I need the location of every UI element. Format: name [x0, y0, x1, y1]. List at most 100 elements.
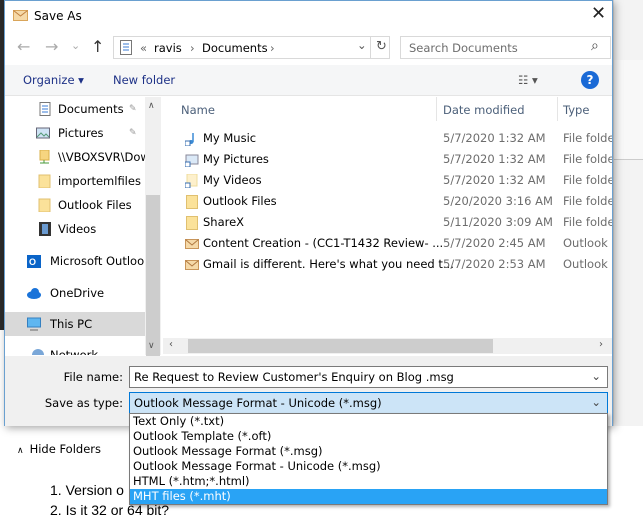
hide-folders-button[interactable]: ∧ Hide Folders — [17, 442, 101, 456]
sidebar-item-documents[interactable]: Documents ✎ — [5, 97, 145, 121]
list-item[interactable]: Content Creation - (CC1-T1432 Review- ..… — [163, 233, 612, 254]
scroll-up-icon[interactable]: ∧ — [148, 101, 155, 111]
item-name: Content Creation - (CC1-T1432 Review- ..… — [203, 236, 444, 250]
documents-icon — [120, 40, 132, 55]
breadcrumb-overflow[interactable]: « — [140, 41, 147, 55]
item-name: Gmail is different. Here's what you need… — [203, 257, 454, 271]
mail-icon — [185, 239, 199, 249]
item-name: ShareX — [203, 215, 245, 229]
dropdown-option[interactable]: Outlook Template (*.oft) — [130, 429, 607, 444]
dropdown-option[interactable]: MHT files (*.mht) — [130, 489, 607, 504]
sidebar-item-microsoft-outlook[interactable]: O Microsoft Outlook — [5, 249, 145, 273]
file-name-label: File name: — [63, 370, 123, 384]
sidebar-item-outlook-files[interactable]: Outlook Files — [5, 193, 145, 217]
pc-icon — [27, 317, 41, 331]
outlook-icon: O — [27, 255, 41, 268]
sidebar-item-label: OneDrive — [50, 286, 105, 300]
item-name: Outlook Files — [203, 194, 277, 208]
item-type: Outlook Item — [563, 257, 612, 271]
list-item[interactable]: My Pictures 5/7/2020 1:32 AM File folder — [163, 149, 612, 170]
file-list: ^ Name Date modified Type My Music 5/7/2… — [163, 97, 612, 355]
sidebar-item-label: importemlfiles — [58, 174, 141, 188]
item-date: 5/7/2020 2:45 AM — [443, 236, 546, 250]
divider — [370, 37, 371, 58]
sidebar-item-label: Microsoft Outlook — [50, 254, 145, 268]
mail-icon — [13, 10, 28, 21]
help-button[interactable]: ? — [581, 71, 599, 89]
scrollbar-thumb[interactable] — [146, 195, 160, 383]
up-button[interactable]: ↑ — [91, 37, 104, 56]
view-options-button[interactable]: ☷ ▾ — [518, 73, 538, 87]
hide-folders-label: Hide Folders — [29, 442, 101, 456]
sidebar-item-label: Network — [50, 348, 99, 355]
dialog-title: Save As — [34, 9, 82, 23]
network-icon — [32, 349, 44, 355]
new-folder-button[interactable]: New folder — [113, 73, 175, 87]
onedrive-icon — [27, 288, 41, 299]
dropdown-option[interactable]: Text Only (*.txt) — [130, 414, 607, 429]
back-button[interactable]: ← — [17, 37, 30, 56]
sidebar-item-vboxsvr[interactable]: \\VBOXSVR\Downloads — [5, 145, 145, 169]
dropdown-option[interactable]: HTML (*.htm;*.html) — [130, 474, 607, 489]
item-date: 5/7/2020 2:53 AM — [443, 257, 546, 271]
close-button[interactable]: ✕ — [591, 3, 606, 24]
list-item[interactable]: My Music 5/7/2020 1:32 AM File folder — [163, 128, 612, 149]
recent-locations-button[interactable]: ⌄ — [71, 39, 80, 52]
folder-icon — [186, 195, 198, 209]
item-date: 5/11/2020 3:09 AM — [443, 215, 553, 229]
toolbar: Organize ▾ New folder ☷ ▾ ? — [5, 65, 612, 96]
sidebar-item-network[interactable]: Network — [5, 343, 145, 355]
dropdown-option[interactable]: Outlook Message Format - Unicode (*.msg) — [130, 459, 607, 474]
save-as-dialog: Save As ✕ ← → ⌄ ↑ « ravis › Documents › … — [4, 0, 613, 456]
sidebar-item-label: Pictures — [58, 126, 104, 140]
list-item[interactable]: Outlook Files 5/20/2020 3:16 AM File fol… — [163, 191, 612, 212]
search-input[interactable]: Search Documents ⌕ — [400, 36, 611, 59]
mail-icon — [185, 260, 199, 270]
address-dropdown-button[interactable]: ⌄ — [357, 38, 367, 52]
sidebar-item-pictures[interactable]: Pictures ✎ — [5, 121, 145, 145]
chevron-down-icon[interactable]: ⌄ — [591, 369, 601, 383]
column-header-date-modified[interactable]: Date modified — [443, 103, 525, 117]
videos-icon — [39, 222, 51, 236]
pin-icon: ✎ — [129, 128, 137, 138]
folder-icon — [38, 198, 51, 212]
sidebar-item-onedrive[interactable]: OneDrive — [5, 281, 145, 305]
save-as-type-select[interactable]: Outlook Message Format - Unicode (*.msg)… — [129, 392, 608, 414]
forward-button[interactable]: → — [45, 37, 58, 56]
navigation-scrollbar[interactable]: ∧ ∨ — [145, 97, 161, 383]
address-bar[interactable]: « ravis › Documents › ⌄ ↻ — [113, 36, 390, 59]
chevron-down-icon[interactable]: ⌄ — [591, 395, 601, 409]
file-name-input[interactable]: Re Request to Review Customer's Enquiry … — [129, 366, 608, 388]
svg-text:O: O — [29, 257, 36, 267]
item-date: 5/7/2020 1:32 AM — [443, 173, 546, 187]
column-header-type[interactable]: Type — [563, 103, 589, 117]
list-item[interactable]: ShareX 5/11/2020 3:09 AM File folder — [163, 212, 612, 233]
breadcrumb-documents[interactable]: Documents — [202, 41, 268, 55]
save-as-type-dropdown-list: Text Only (*.txt) Outlook Template (*.oft… — [129, 413, 608, 505]
item-type: File folder — [563, 131, 612, 145]
folder-icon — [186, 216, 198, 230]
organize-button[interactable]: Organize ▾ — [23, 73, 84, 87]
sidebar-item-label: This PC — [50, 317, 93, 331]
search-icon[interactable]: ⌕ — [591, 38, 599, 54]
sidebar-item-this-pc[interactable]: This PC — [5, 312, 145, 336]
music-folder-icon — [185, 133, 194, 146]
scroll-left-icon[interactable]: ‹ — [169, 339, 173, 350]
item-type: File folder — [563, 194, 612, 208]
sidebar-item-label: \\VBOXSVR\Downloads — [58, 150, 145, 164]
scrollbar-thumb[interactable] — [188, 339, 493, 353]
scroll-right-icon[interactable]: › — [599, 339, 603, 350]
dropdown-option[interactable]: Outlook Message Format (*.msg) — [130, 444, 607, 459]
save-as-type-value: Outlook Message Format - Unicode (*.msg) — [134, 396, 382, 410]
refresh-button[interactable]: ↻ — [376, 39, 387, 54]
column-header-name[interactable]: Name — [181, 103, 215, 117]
search-placeholder: Search Documents — [409, 41, 518, 55]
horizontal-scrollbar[interactable]: ‹ › — [163, 338, 612, 354]
list-item[interactable]: Gmail is different. Here's what you need… — [163, 254, 612, 275]
sidebar-item-importemlfiles[interactable]: importemlfiles — [5, 169, 145, 193]
breadcrumb-ravis[interactable]: ravis — [154, 41, 182, 55]
scroll-down-icon[interactable]: ∨ — [148, 341, 155, 351]
list-item[interactable]: My Videos 5/7/2020 1:32 AM File folder — [163, 170, 612, 191]
sidebar-item-videos[interactable]: Videos — [5, 217, 145, 241]
breadcrumb-separator: › — [190, 41, 195, 55]
